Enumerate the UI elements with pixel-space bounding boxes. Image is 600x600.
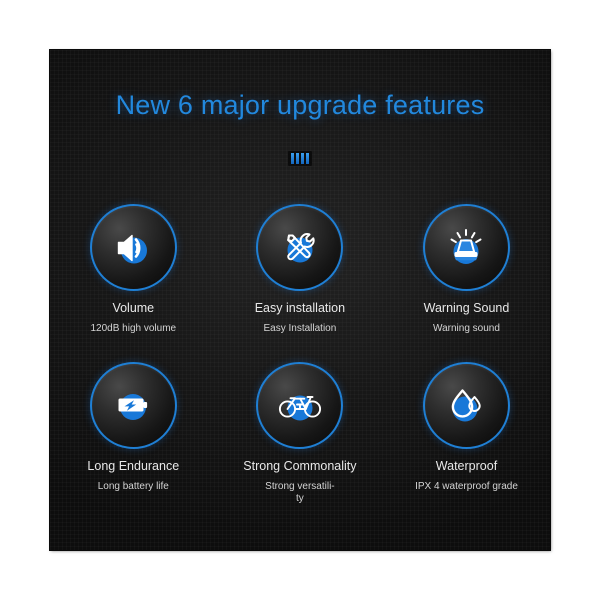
divider-bar	[306, 153, 309, 164]
battery-charging-icon	[111, 383, 155, 427]
page-root: New 6 major upgrade features Volume 120d…	[0, 0, 600, 600]
divider-bar	[296, 153, 299, 164]
warning-siren-beacon-icon	[444, 226, 488, 270]
water-droplets-icon	[444, 383, 488, 427]
feature-badge	[89, 361, 177, 449]
feature-item-warning-sound[interactable]: Warning Sound Warning sound	[383, 200, 550, 348]
feature-sub: IPX 4 waterproof grade	[415, 480, 518, 492]
feature-item-volume[interactable]: Volume 120dB high volume	[50, 200, 217, 348]
feature-item-easy-installation[interactable]: Easy installation Easy Installation	[217, 200, 384, 348]
feature-label: Strong Commonality	[243, 458, 357, 473]
feature-sub: Easy Installation	[263, 323, 337, 334]
divider-bar	[291, 153, 294, 164]
feature-item-waterproof[interactable]: Waterproof IPX 4 waterproof grade	[383, 348, 550, 518]
feature-item-long-endurance[interactable]: Long Endurance Long battery life	[50, 348, 217, 518]
feature-label: Warning Sound	[423, 301, 510, 315]
feature-sub: 120dB high volume	[90, 323, 177, 334]
feature-label: Long Endurance	[87, 458, 180, 473]
bicycle-icon	[277, 382, 323, 428]
feature-sub: Warning sound	[433, 323, 500, 334]
feature-badge	[422, 204, 510, 291]
feature-sub: Strong versatili- ty	[265, 480, 335, 505]
feature-panel: New 6 major upgrade features Volume 120d…	[50, 50, 550, 550]
feature-badge	[256, 204, 344, 291]
divider-mark	[288, 151, 312, 166]
feature-grid: Volume 120dB high volume Easy installati…	[50, 200, 550, 518]
feature-label: Easy installation	[254, 301, 346, 315]
divider-bar	[301, 153, 304, 164]
page-title: New 6 major upgrade features	[115, 90, 485, 120]
volume-speaker-icon	[111, 226, 155, 270]
feature-label: Volume	[112, 301, 155, 315]
feature-item-strong-commonality[interactable]: Strong Commonality Strong versatili- ty	[217, 348, 384, 518]
feature-label: Waterproof	[435, 458, 498, 473]
tools-wrench-screwdriver-icon	[278, 226, 322, 270]
feature-badge	[256, 361, 344, 449]
feature-badge	[89, 204, 177, 291]
feature-badge	[422, 361, 510, 449]
feature-sub: Long battery life	[97, 480, 169, 492]
